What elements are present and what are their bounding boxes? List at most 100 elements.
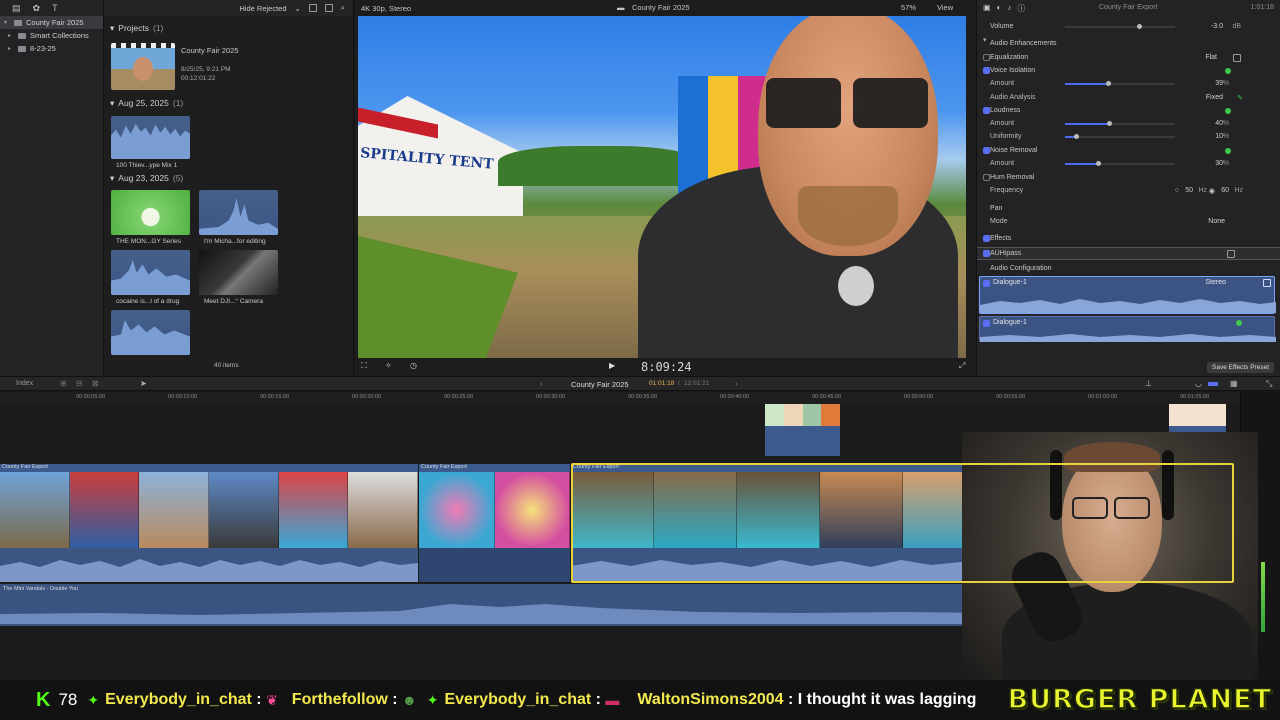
audio-clip-thumbnail[interactable] [111,116,190,159]
connect-clip-icon[interactable]: ⊞ [60,379,67,388]
video-clip[interactable] [0,472,418,548]
color-inspector-icon[interactable]: ◐ [997,3,1002,14]
equalization-dropdown[interactable]: Flat [1205,54,1217,61]
audio-clip-thumbnail[interactable] [111,250,190,295]
event-group-aug23[interactable]: ▾ Aug 23, 2025 (5) [104,171,183,185]
video-clip-thumbnail[interactable] [199,250,278,295]
channel-checkbox[interactable] [983,320,990,327]
noise-removal-checkbox[interactable] [983,147,990,154]
headphones-icon[interactable]: ◡ [1195,379,1202,388]
speed-icon[interactable]: ◷ [410,361,417,370]
ruler-tick-label: 00:00:10:00 [168,394,198,400]
pan-mode-dropdown[interactable]: None [1208,218,1225,225]
audio-channel-2[interactable]: Dialogue-1 [979,316,1276,342]
insert-clip-icon[interactable]: ⊟ [76,379,83,388]
channel-expand-icon[interactable] [1263,279,1271,287]
audio-waveform[interactable] [0,548,418,582]
vi-amount-slider[interactable] [1065,80,1175,86]
eq-graph-icon[interactable] [1233,53,1241,62]
audio-inspector-icon[interactable]: ♪ [1007,3,1011,14]
select-tool-icon[interactable]: ➤ [140,379,147,388]
save-effects-preset-button[interactable]: Save Effects Preset [1207,362,1274,373]
timeline-ruler[interactable]: 00:00:05:00 00:00:10:00 00:00:15:00 00:00:2… [0,392,1240,404]
waveform-icon [111,123,190,159]
audio-inspector: ▣ ◐ ♪ ⓘ County Fair Export 1:01:18 Volum… [976,0,1280,376]
disclosure-icon: ▸ [8,33,12,39]
project-thumbnail[interactable] [111,43,175,90]
status-on-icon [1225,67,1231,74]
freq-50-radio[interactable]: ○ [1175,187,1179,194]
audio-enhancements-header[interactable]: ▾ Audio Enhancements [977,37,1280,50]
audio-channel-1[interactable]: Dialogue-1 Stereo [979,276,1276,314]
play-button[interactable]: ▶ [609,361,615,370]
effects-checkbox[interactable] [983,235,990,242]
library-icon[interactable]: ▤ [12,3,21,14]
effects-header[interactable]: Effects [977,232,1280,245]
chevron-down-icon[interactable]: ⌄ [295,4,301,13]
audio-clip-thumbnail[interactable] [111,310,190,355]
chat-user: Everybody_in_chat [105,691,252,708]
search-icon[interactable]: ⌕ [341,3,345,13]
snapping-icon[interactable] [1208,382,1218,386]
uniformity-slider[interactable] [1065,133,1175,139]
event-group-aug25[interactable]: ▾ Aug 25, 2025 (1) [104,96,183,110]
video-clip-thumbnail[interactable] [111,190,190,235]
sidebar-item-event[interactable]: ▸ 8-23-25 [0,42,103,55]
photos-icon[interactable]: ✿ [33,3,41,14]
ruler-tick-label: 00:00:35:00 [628,394,658,400]
connected-clip[interactable] [765,404,840,456]
clip-appearance-icon[interactable]: ▦ [1230,379,1238,388]
audio-empty[interactable] [419,548,570,582]
fullscreen-icon[interactable]: ⤢ [959,361,965,371]
sidebar-item-library[interactable]: ▾ County Fair 2025 [0,16,103,29]
chat-ticker: K 78 ✦ Everybody_in_chat : ❦ Forthefollo… [0,680,1280,720]
view-menu[interactable]: View [937,0,953,16]
channel-format-dropdown[interactable]: Stereo [1205,279,1226,286]
effect-checkbox[interactable] [983,250,990,257]
volume-slider[interactable] [1065,23,1175,29]
freq-60-radio[interactable]: ◉ [1209,187,1215,195]
sunglasses-left [766,78,841,128]
sidebar-item-smart-collections[interactable]: ▸ Smart Collections [0,29,103,42]
nr-amount-slider[interactable] [1065,160,1175,166]
filmstrip-view-icon[interactable] [308,4,317,12]
append-clip-icon[interactable]: ⊠ [92,379,99,388]
filter-dropdown[interactable]: Hide Rejected [239,4,286,13]
timeline-project-name[interactable]: County Fair 2025 [571,380,629,389]
ruler-tick-label: 00:00:20:00 [352,394,382,400]
video-clip[interactable] [419,472,570,548]
info-inspector-icon[interactable]: ⓘ [1017,3,1025,14]
status-on-icon [1236,320,1242,326]
voice-isolation-checkbox[interactable] [983,67,990,74]
loudness-amount-slider[interactable] [1065,120,1175,126]
forward-arrow-icon[interactable]: › [735,379,738,388]
volume-row: Volume -3.0 dB [990,23,1241,30]
audio-clip-thumbnail[interactable] [199,190,278,235]
equalization-checkbox[interactable] [983,54,990,61]
hum-removal-checkbox[interactable] [983,174,990,181]
emote-icon: ☻ [402,692,417,708]
projects-section[interactable]: ▾ Projects (1) [104,21,353,35]
transform-icon[interactable]: ⛶ [361,361,367,371]
titles-icon[interactable]: T [52,3,58,13]
clip-title: County Fair Export [0,464,418,472]
effect-item[interactable]: AUHipass [977,247,1280,260]
close-timeline-icon[interactable]: ⤡ [1266,379,1272,389]
index-button[interactable]: Index [16,380,33,387]
clapper-icon: ▬ [617,3,625,12]
skimming-icon[interactable]: ⊥ [1145,379,1152,388]
viewer-timecode: 8:09:24 [641,360,692,374]
effect-settings-icon[interactable] [1227,249,1235,258]
video-inspector-icon[interactable]: ▣ [983,3,991,14]
inspector-duration: 1:01:18 [1250,4,1274,11]
back-arrow-icon[interactable]: ‹ [540,379,543,388]
sidebar-toolbar: ▤ ✿ T [0,0,103,16]
enhance-icon[interactable]: ✧ [385,361,392,370]
hum-removal-row: Hum Removal [977,171,1280,184]
wand-icon[interactable]: ✎ [1237,94,1243,102]
zoom-dropdown[interactable]: 57% [901,0,916,16]
list-view-icon[interactable] [324,4,333,12]
channel-checkbox[interactable] [983,280,990,287]
loudness-checkbox[interactable] [983,107,990,114]
trees-shape [498,146,698,186]
